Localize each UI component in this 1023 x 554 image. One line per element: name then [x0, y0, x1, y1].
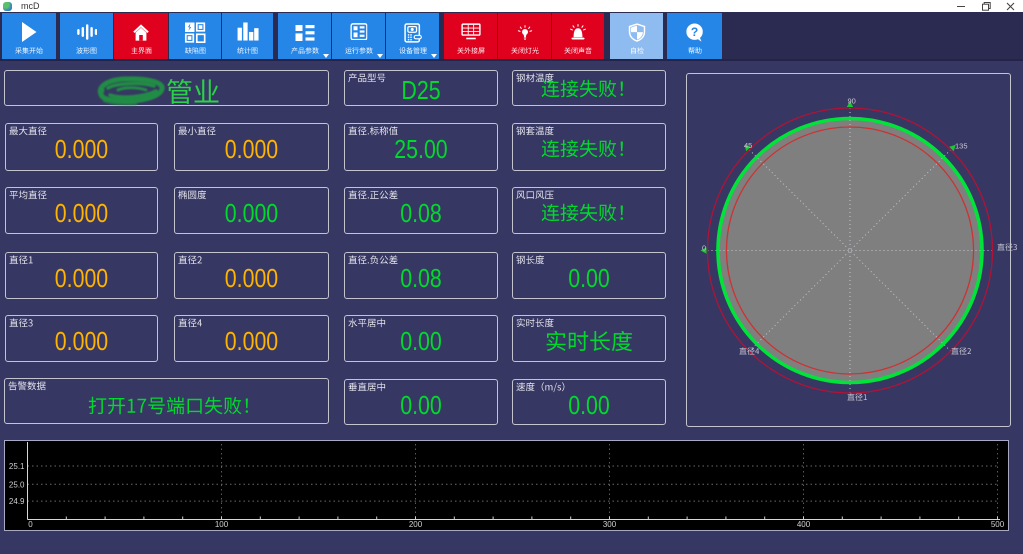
svg-text:90: 90	[848, 97, 856, 106]
svg-text:?: ?	[690, 25, 697, 39]
svg-text:500: 500	[991, 520, 1005, 529]
svg-text:0: 0	[28, 520, 33, 529]
svg-text:100: 100	[215, 520, 229, 529]
svg-text:300: 300	[603, 520, 617, 529]
svg-text:45: 45	[744, 141, 752, 150]
svg-text:400: 400	[797, 520, 811, 529]
svg-text:135: 135	[955, 142, 968, 151]
svg-text:24.9: 24.9	[9, 497, 25, 506]
svg-text:25.1: 25.1	[9, 462, 25, 471]
svg-text:200: 200	[409, 520, 423, 529]
svg-text:25.0: 25.0	[9, 480, 25, 489]
svg-text:0: 0	[702, 244, 706, 253]
